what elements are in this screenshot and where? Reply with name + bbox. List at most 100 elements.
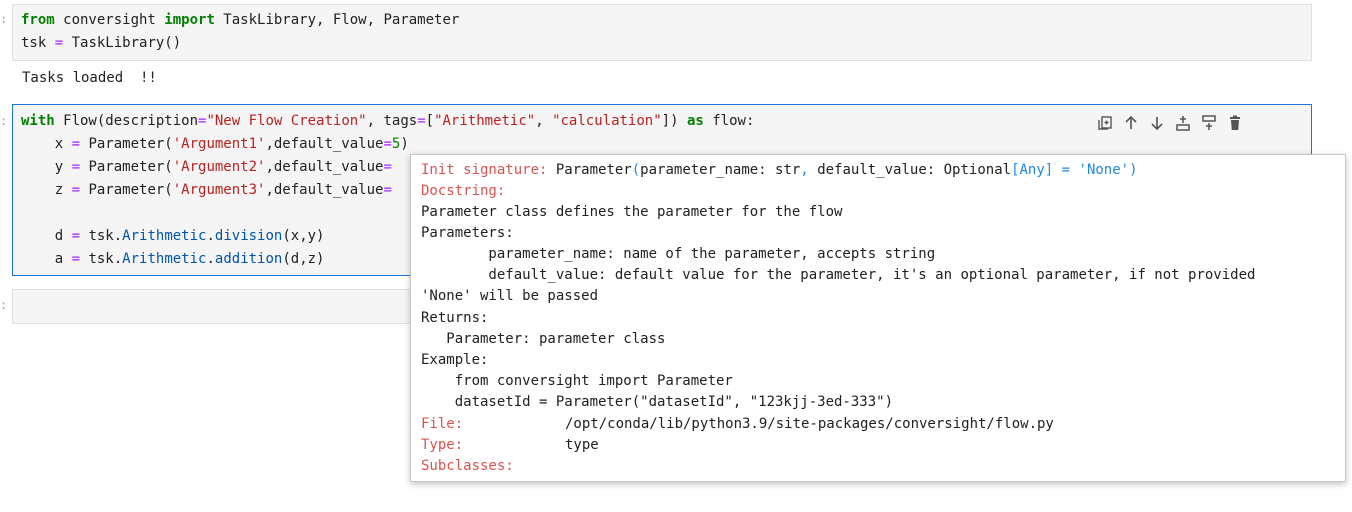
keyword: import (164, 12, 215, 28)
docstring-line: Parameters: (421, 225, 514, 241)
operator: = (71, 251, 81, 267)
keyword: as (686, 113, 704, 129)
init-signature-line: Init signature: Parameter(parameter_name… (421, 160, 1138, 181)
code-text: TaskLibrary, Flow, Parameter (214, 12, 460, 28)
signature-default: 'None' (1078, 162, 1130, 178)
code-text: Parameter( (80, 136, 173, 152)
code-line: from conversight import TaskLibrary, Flo… (21, 9, 459, 31)
file-line: File: (421, 414, 463, 435)
code-text: conversight (54, 12, 165, 28)
cell-toolbar (1092, 110, 1248, 136)
code-text: tsk (21, 35, 55, 51)
string-literal: "Arithmetic" (434, 113, 536, 129)
insert-above-icon[interactable] (1170, 110, 1196, 136)
signature-punct: ) (1129, 162, 1138, 178)
inspector-tooltip: Init signature: Parameter(parameter_name… (410, 154, 1346, 482)
type-value: type (565, 437, 599, 453)
string-literal: "New Flow Creation" (206, 113, 367, 129)
docstring-line: from conversight import Parameter (421, 373, 733, 389)
code-text: ]) (661, 113, 687, 129)
code-text: (x,y) (282, 228, 325, 244)
keyword: with (21, 113, 55, 129)
operator: = (71, 136, 81, 152)
code-text: z (21, 182, 72, 198)
code-line: with Flow(description = "New Flow Creation… (21, 110, 754, 132)
keyword: from (21, 12, 55, 28)
signature-punct: = (1053, 162, 1079, 178)
file-label: File: (421, 416, 464, 432)
code-text: x (21, 136, 72, 152)
init-signature-label: Init signature: (421, 162, 548, 178)
code-text: ,default_value (265, 136, 384, 152)
operator: = (417, 113, 426, 129)
code-cell-1[interactable]: from conversight import TaskLibrary, Flo… (12, 4, 1312, 61)
code-text: Flow(description (54, 113, 199, 129)
code-text: , (535, 113, 553, 129)
code-text: . (206, 251, 215, 267)
docstring-line: Parameter class defines the parameter fo… (421, 204, 843, 220)
code-text: , tags (366, 113, 418, 129)
code-line: y = Parameter('Argument2',default_value= (21, 156, 392, 178)
cell-output: Tasks loaded !! (22, 70, 157, 86)
signature-punct: , (800, 162, 809, 178)
code-text: Parameter( (80, 159, 173, 175)
operator: = (383, 182, 392, 198)
code-text: ,default_value (265, 159, 384, 175)
code-line: z = Parameter('Argument3',default_value= (21, 179, 392, 201)
operator: = (71, 159, 81, 175)
operator: = (71, 182, 81, 198)
code-text: [ (425, 113, 435, 129)
docstring-line: parameter_name: name of the parameter, a… (421, 246, 936, 262)
code-line: a = tsk.Arithmetic.addition(d,z) (21, 248, 325, 270)
code-text: a (21, 251, 72, 267)
string-literal: "calculation" (552, 113, 662, 129)
cell-prompt: : (0, 12, 8, 26)
attribute-name: addition (214, 251, 283, 267)
file-value: /opt/conda/lib/python3.9/site-packages/c… (565, 416, 1054, 432)
docstring-line: Parameter: parameter class (421, 331, 666, 347)
cell-prompt: : (0, 298, 8, 312)
code-text: tsk. (80, 228, 123, 244)
signature-text: Parameter (547, 162, 632, 178)
delete-icon[interactable] (1222, 110, 1248, 136)
signature-punct: ( (631, 162, 641, 178)
docstring-line: Returns: (421, 310, 489, 326)
operator: = (383, 136, 392, 152)
code-text: ) (400, 136, 409, 152)
attribute-name: Arithmetic (122, 228, 207, 244)
code-text: . (206, 228, 215, 244)
docstring-line: default_value: default value for the par… (421, 267, 1256, 283)
cell-prompt: : (0, 114, 8, 128)
code-line: x = Parameter('Argument1',default_value=… (21, 133, 409, 155)
operator: = (71, 228, 81, 244)
docstring-line: 'None' will be passed (421, 288, 599, 304)
signature-text: parameter_name: str (640, 162, 801, 178)
code-text: Parameter( (80, 182, 173, 198)
docstring-line: datasetId = Parameter("datasetId", "123k… (421, 394, 894, 410)
operator: = (383, 159, 392, 175)
docstring-label: Docstring: (421, 183, 506, 199)
docstring-line: Example: (421, 352, 489, 368)
attribute-name: Arithmetic (122, 251, 207, 267)
string-literal: 'Argument1' (172, 136, 266, 152)
duplicate-icon[interactable] (1092, 110, 1118, 136)
string-literal: 'Argument3' (172, 182, 266, 198)
code-line: tsk = TaskLibrary() (21, 32, 181, 54)
code-text: d (21, 228, 72, 244)
move-up-icon[interactable] (1118, 110, 1144, 136)
subclasses-label: Subclasses: (421, 458, 514, 474)
code-text: (d,z) (282, 251, 325, 267)
move-down-icon[interactable] (1144, 110, 1170, 136)
insert-below-icon[interactable] (1196, 110, 1222, 136)
string-literal: 'Argument2' (172, 159, 266, 175)
code-text: y (21, 159, 72, 175)
type-label: Type: (421, 437, 464, 453)
signature-punct: [Any] (1011, 162, 1054, 178)
code-text: TaskLibrary() (63, 35, 182, 51)
signature-text: default_value: Optional (808, 162, 1012, 178)
attribute-name: division (214, 228, 283, 244)
code-text: ,default_value (265, 182, 384, 198)
code-line: d = tsk.Arithmetic.division(x,y) (21, 225, 325, 247)
code-text: flow: (703, 113, 755, 129)
operator: = (54, 35, 64, 51)
